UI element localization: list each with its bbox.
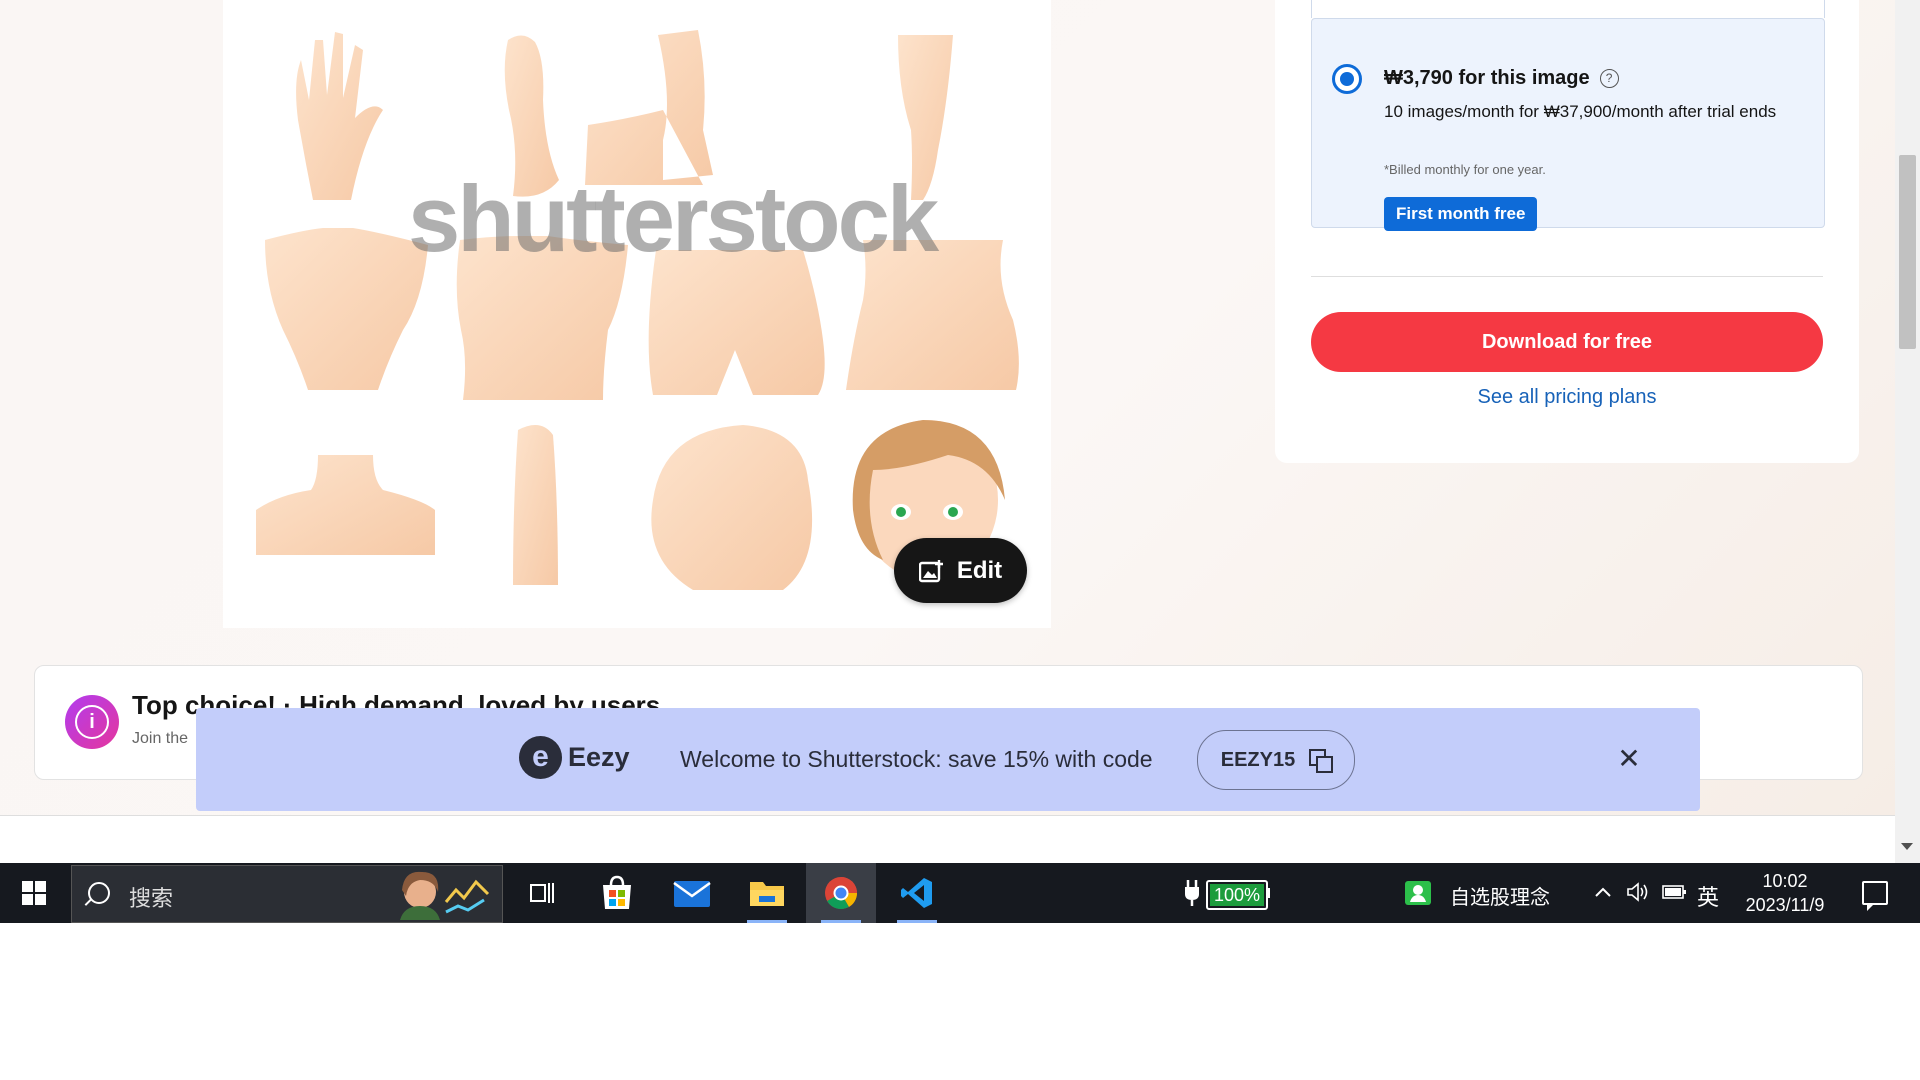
mail-button[interactable] [662, 863, 722, 923]
mail-icon [673, 881, 711, 907]
chrome-icon [825, 877, 858, 910]
file-explorer-button[interactable] [737, 863, 797, 923]
info-icon: i [65, 695, 119, 749]
previous-plan-edge [1311, 0, 1825, 18]
search-highlight-illustration [400, 871, 490, 920]
scroll-down-arrow-icon[interactable] [1901, 843, 1913, 850]
clock-time: 10:02 [1762, 871, 1808, 891]
plan-option-selected[interactable]: ₩3,790 for this image ? 10 images/month … [1311, 18, 1825, 231]
see-all-pricing-link[interactable]: See all pricing plans [1311, 386, 1823, 409]
promo-code-button[interactable]: EEZY15 [1197, 730, 1355, 790]
billing-note: *Billed monthly for one year. [1384, 162, 1546, 177]
top-choice-subtitle: Join the [132, 730, 189, 747]
vertical-scrollbar[interactable] [1895, 0, 1920, 863]
system-clock[interactable]: 10:02 2023/11/9 [1730, 869, 1840, 917]
promo-message: Welcome to Shutterstock: save 15% with c… [680, 746, 1153, 772]
battery-tip [1266, 888, 1270, 898]
first-month-free-badge: First month free [1384, 197, 1538, 231]
vscode-button[interactable] [887, 863, 947, 923]
clock-date: 2023/11/9 [1745, 895, 1825, 915]
search-placeholder: 搜索 [129, 886, 174, 911]
task-view-icon [530, 883, 554, 903]
volume-icon[interactable] [1626, 881, 1650, 903]
radio-selected-dot [1340, 72, 1354, 86]
plan-price-text: ₩3,790 for this image [1384, 67, 1590, 89]
task-view-button[interactable] [512, 863, 572, 923]
battery-tray-icon[interactable] [1662, 883, 1688, 901]
plan-price: ₩3,790 for this image ? [1384, 67, 1619, 90]
scrollbar-thumb[interactable] [1899, 155, 1916, 349]
stock-app-label[interactable]: 自选股理念 [1450, 881, 1550, 910]
download-button[interactable]: Download for free [1311, 312, 1823, 372]
pricing-card: ₩3,790 for this image ? 10 images/month … [1275, 0, 1859, 463]
blank-area [0, 923, 1920, 1080]
battery-percent: 100% [1213, 885, 1261, 905]
chevron-up-icon[interactable] [1594, 885, 1612, 899]
plan-radio[interactable] [1332, 64, 1362, 94]
copy-icon [1309, 749, 1334, 773]
image-preview[interactable]: shutterstock Edit [223, 0, 1051, 628]
browser-viewport: shutterstock Edit ₩3,790 for this image … [0, 0, 1895, 815]
taskbar: 搜索 100% 自选股理念 英 10:02 2023/11/9 [0, 863, 1920, 923]
search-icon [88, 882, 110, 904]
edit-label: Edit [956, 556, 1003, 584]
close-icon[interactable]: ✕ [1616, 745, 1642, 773]
folder-icon [750, 882, 784, 906]
edit-button[interactable]: Edit [894, 538, 1027, 603]
eezy-logo: e Eezy [519, 736, 630, 779]
taskbar-search[interactable]: 搜索 [71, 865, 503, 923]
ime-indicator[interactable]: 英 [1697, 880, 1719, 912]
plan-description: 10 images/month for ₩37,900/month after … [1384, 102, 1777, 121]
vscode-icon [901, 878, 932, 908]
body-parts-illustration [256, 30, 1019, 590]
store-icon [603, 875, 631, 909]
eezy-brand: Eezy [568, 742, 630, 772]
notification-center-icon[interactable] [1862, 881, 1888, 911]
shutterstock-watermark: shutterstock [408, 166, 939, 271]
stock-app-icon[interactable] [1404, 880, 1432, 906]
windows-logo-icon [22, 881, 46, 905]
promo-banner: e Eezy Welcome to Shutterstock: save 15%… [196, 708, 1700, 811]
promo-code: EEZY15 [1220, 748, 1296, 771]
chrome-button[interactable] [806, 863, 876, 923]
divider [1311, 276, 1823, 277]
start-button[interactable] [0, 863, 68, 923]
microsoft-store-button[interactable] [587, 863, 647, 923]
battery-indicator[interactable]: 100% [1206, 880, 1268, 910]
power-plug-icon [1185, 880, 1199, 906]
help-icon[interactable]: ? [1599, 69, 1619, 88]
image-edit-icon [918, 559, 943, 582]
eezy-logo-icon: e [519, 736, 562, 779]
page-bottom-area [0, 815, 1895, 864]
